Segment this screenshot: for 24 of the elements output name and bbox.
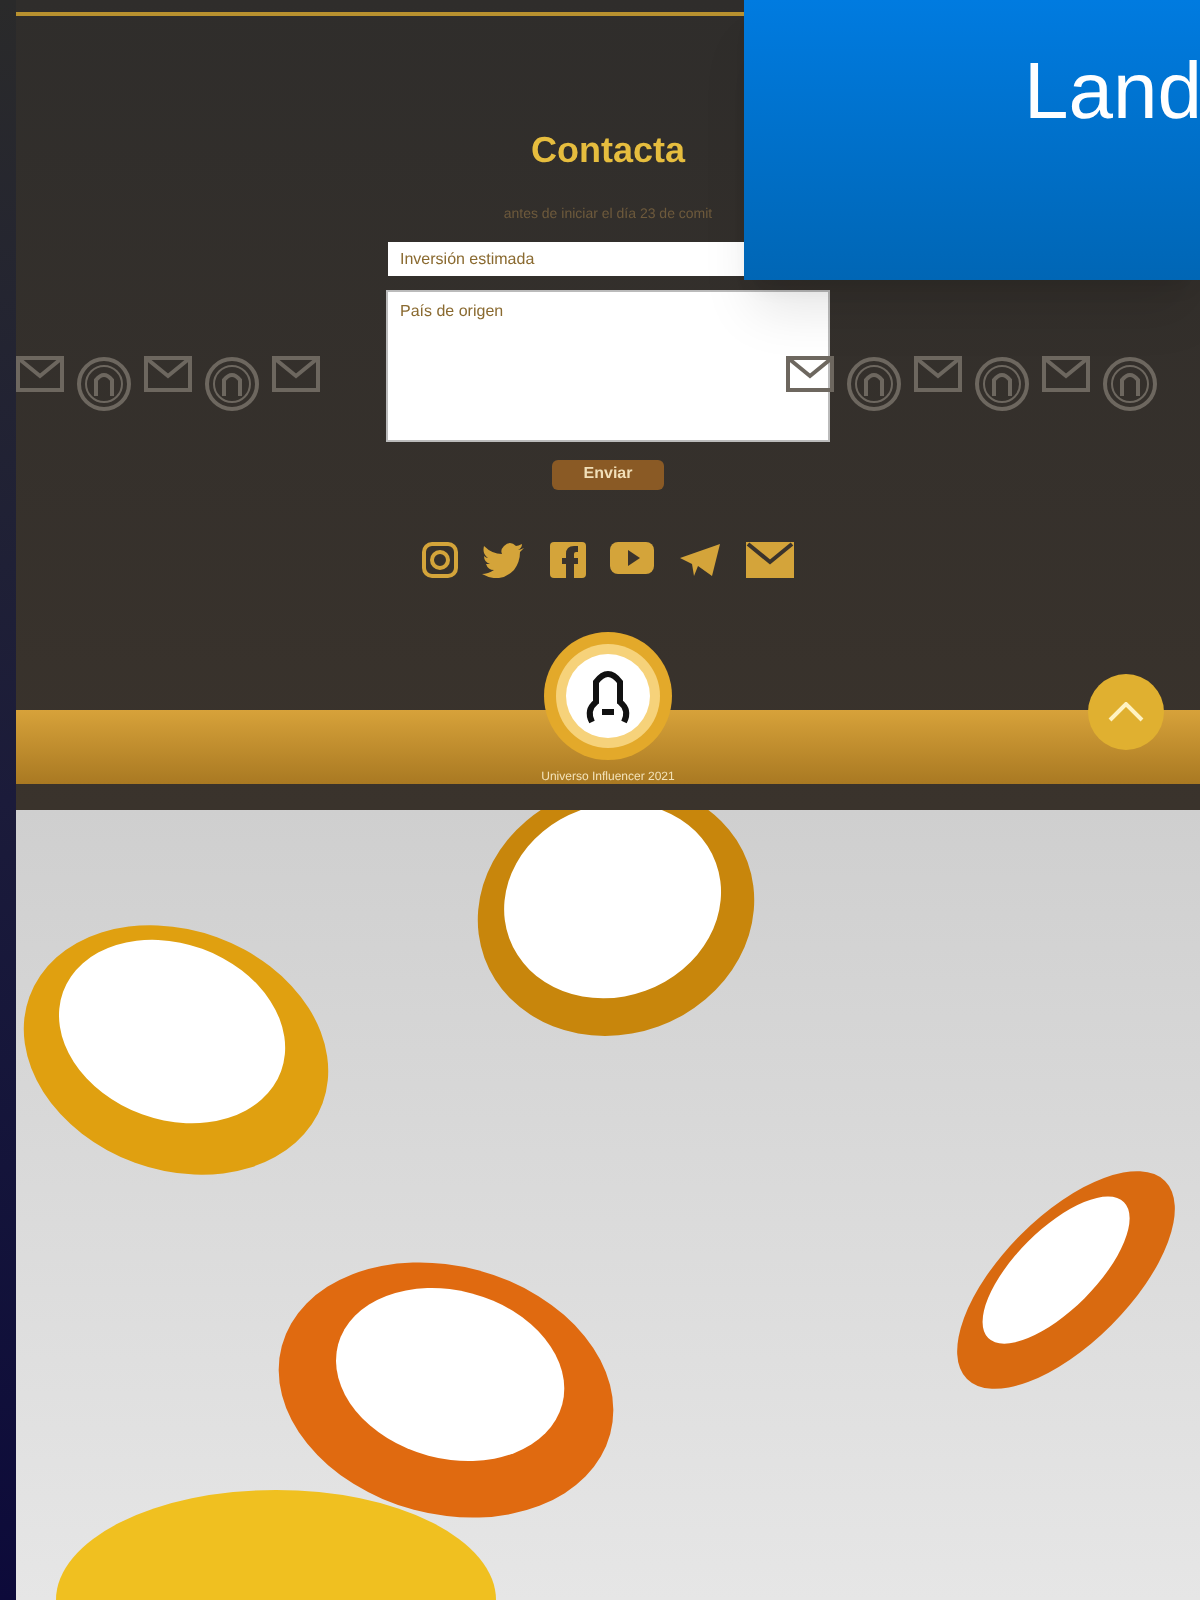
submit-button[interactable]: Enviar bbox=[552, 459, 664, 489]
section-title: Contacta bbox=[530, 128, 685, 174]
avatar-circle-icon bbox=[1102, 356, 1158, 412]
envelope-icon bbox=[272, 356, 320, 392]
envelope-icon bbox=[786, 356, 834, 392]
avatar-circle-icon bbox=[204, 356, 260, 412]
avatar-circle-icon bbox=[76, 356, 132, 412]
twitter-icon[interactable] bbox=[482, 541, 526, 577]
scroll-top-button[interactable] bbox=[1088, 673, 1164, 749]
envelope-icon bbox=[144, 356, 192, 392]
envelope-icon bbox=[914, 356, 962, 392]
avatar-circle-icon bbox=[974, 356, 1030, 412]
envelope-icon[interactable] bbox=[746, 541, 794, 577]
envelope-icon bbox=[1042, 356, 1090, 392]
telegram-icon[interactable] bbox=[678, 541, 722, 577]
input-field[interactable]: País de origen bbox=[386, 289, 830, 441]
coin-logo-icon bbox=[542, 629, 674, 761]
facebook-icon[interactable] bbox=[550, 541, 586, 577]
youtube-icon[interactable] bbox=[610, 541, 654, 573]
envelope-icon bbox=[16, 356, 64, 392]
instagram-icon[interactable] bbox=[422, 541, 458, 577]
card-title: Land bbox=[1024, 46, 1200, 140]
avatar-circle-icon bbox=[846, 356, 902, 412]
chevron-up-icon bbox=[1108, 701, 1144, 721]
